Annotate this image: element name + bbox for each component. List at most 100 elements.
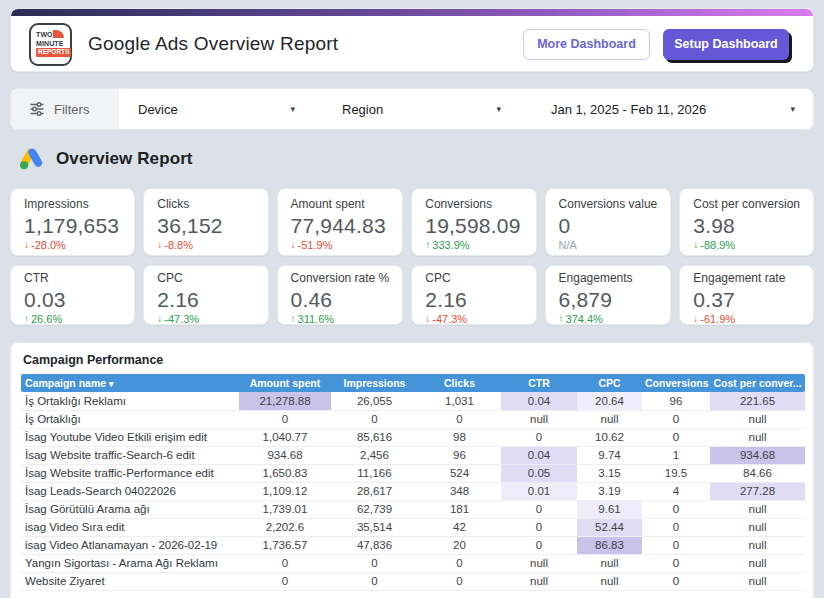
arrow-up-icon: ↑ — [559, 313, 564, 324]
value-cell: 0 — [239, 410, 331, 428]
arrow-up-icon: ↑ — [291, 313, 296, 324]
kpi-value: 19,598.09 — [425, 214, 522, 238]
kpi-value: 2.16 — [157, 288, 254, 312]
value-cell: 0 — [331, 410, 418, 428]
column-header-amount-spent[interactable]: Amount spent — [239, 374, 331, 392]
value-cell: 1,650.83 — [239, 464, 331, 482]
campaign-name-cell: İsag Görütülü Arama ağı — [21, 500, 239, 518]
value-cell: 0 — [642, 572, 710, 590]
device-filter-dropdown[interactable]: Device ▾ — [119, 89, 311, 129]
value-cell: null — [501, 410, 577, 428]
value-cell: null — [577, 554, 642, 572]
kpi-value: 0.03 — [24, 288, 121, 312]
value-cell: 2,202.6 — [239, 518, 331, 536]
value-cell: null — [710, 428, 805, 446]
table-row: isag Video Atlanamayan - 2026-02-191,736… — [21, 536, 805, 554]
campaign-table: Campaign name ▾Amount spentImpressionsCl… — [21, 374, 805, 591]
value-cell: 0 — [418, 554, 501, 572]
table-row: İsag Youtube Video Etkili erişim edit1,0… — [21, 428, 805, 446]
column-header-conversions[interactable]: Conversions — [642, 374, 710, 392]
value-cell: 0 — [331, 572, 418, 590]
kpi-delta: ↑333.9% — [425, 239, 522, 251]
kpi-card-amount-spent: Amount spent77,944.83↓-51.9% — [277, 188, 404, 256]
table-row: İsag Website traffic-Performance edit1,6… — [21, 464, 805, 482]
value-cell: 9.74 — [577, 446, 642, 464]
column-header-ctr[interactable]: CTR — [501, 374, 577, 392]
column-header-campaign-name[interactable]: Campaign name ▾ — [21, 374, 239, 392]
kpi-label: Conversions — [425, 198, 522, 212]
value-cell: 0 — [642, 536, 710, 554]
arrow-up-icon: ↑ — [425, 239, 430, 250]
table-row: İsag Leads-Search 040220261,109.1228,617… — [21, 482, 805, 500]
campaign-name-cell: İş Ortaklığı Reklamı — [21, 392, 239, 410]
chevron-down-icon: ▾ — [790, 104, 795, 114]
arrow-down-icon: ↓ — [693, 313, 698, 324]
overview-section-header: Overview Report — [18, 146, 193, 171]
value-cell: 1,031 — [418, 392, 501, 410]
value-cell: 84.66 — [710, 464, 805, 482]
kpi-label: CTR — [24, 272, 121, 286]
kpi-delta: ↓-51.9% — [291, 239, 390, 251]
value-cell: 96 — [418, 446, 501, 464]
value-cell: 0 — [418, 410, 501, 428]
value-cell: 21,278.88 — [239, 392, 331, 410]
date-range-dropdown[interactable]: Jan 1, 2025 - Feb 11, 2026 ▾ — [511, 89, 813, 129]
arrow-up-icon: ↑ — [24, 313, 29, 324]
column-header-clicks[interactable]: Clicks — [418, 374, 501, 392]
value-cell: 11,166 — [331, 464, 418, 482]
kpi-card-ctr: CTR0.03↑26.6% — [10, 265, 135, 325]
value-cell: 0 — [501, 536, 577, 554]
filters-label: Filters — [54, 102, 89, 117]
google-ads-icon — [18, 146, 45, 171]
kpi-value: 36,152 — [157, 214, 254, 238]
kpi-label: Conversion rate % — [291, 272, 390, 286]
kpi-label: CPC — [425, 272, 522, 286]
value-cell: 4 — [642, 482, 710, 500]
value-cell: 0 — [642, 500, 710, 518]
value-cell: null — [710, 518, 805, 536]
value-cell: 0 — [642, 410, 710, 428]
kpi-label: Cost per conversion — [693, 198, 800, 212]
value-cell: 0 — [642, 554, 710, 572]
value-cell: 62,739 — [331, 500, 418, 518]
column-header-impressions[interactable]: Impressions — [331, 374, 418, 392]
logo-line3: REPORTS — [36, 48, 71, 57]
kpi-card-impressions: Impressions1,179,653↓-28.0% — [10, 188, 135, 256]
value-cell: null — [710, 554, 805, 572]
value-cell: 0.05 — [501, 464, 577, 482]
value-cell: 0 — [239, 554, 331, 572]
value-cell: 934.68 — [239, 446, 331, 464]
kpi-delta: ↓-47.3% — [157, 313, 254, 325]
header-gradient-bar — [11, 9, 813, 16]
filters-icon — [29, 101, 45, 117]
page-title: Google Ads Overview Report — [88, 33, 338, 55]
filters-button[interactable]: Filters — [11, 89, 119, 129]
column-header-cpc[interactable]: CPC — [577, 374, 642, 392]
kpi-value: 2.16 — [425, 288, 522, 312]
region-filter-dropdown[interactable]: Region ▾ — [311, 89, 511, 129]
kpi-label: Conversions value — [559, 198, 658, 212]
campaign-name-cell: İsag Website traffic-Search-6 edit — [21, 446, 239, 464]
chevron-down-icon: ▾ — [496, 104, 501, 114]
value-cell: 0.04 — [501, 446, 577, 464]
value-cell: 19.5 — [642, 464, 710, 482]
kpi-card-conversions: Conversions 19,598.09↑333.9% — [411, 188, 536, 256]
arrow-down-icon: ↓ — [157, 313, 162, 324]
more-dashboard-button[interactable]: More Dashboard — [523, 29, 650, 60]
two-minute-reports-logo: TWO MINUTE REPORTS — [29, 23, 72, 66]
kpi-card-cost-per-conversion: Cost per conversion3.98↓-88.9% — [679, 188, 814, 256]
campaign-performance-card: Campaign Performance Campaign name ▾Amou… — [10, 342, 814, 598]
kpi-card-cpc: CPC2.16↓-47.3% — [143, 265, 268, 325]
setup-dashboard-button[interactable]: Setup Dashboard — [663, 29, 789, 60]
campaign-name-cell: isag Video Sıra edit — [21, 518, 239, 536]
value-cell: 52.44 — [577, 518, 642, 536]
arrow-down-icon: ↓ — [24, 239, 29, 250]
value-cell: 20.64 — [577, 392, 642, 410]
value-cell: 181 — [418, 500, 501, 518]
kpi-value: 6,879 — [559, 288, 658, 312]
value-cell: 3.15 — [577, 464, 642, 482]
column-header-cost-per-conver-[interactable]: Cost per conver... — [710, 374, 805, 392]
table-title: Campaign Performance — [23, 353, 803, 367]
chevron-down-icon: ▾ — [290, 104, 295, 114]
header: TWO MINUTE REPORTS Google Ads Overview R… — [10, 8, 814, 72]
